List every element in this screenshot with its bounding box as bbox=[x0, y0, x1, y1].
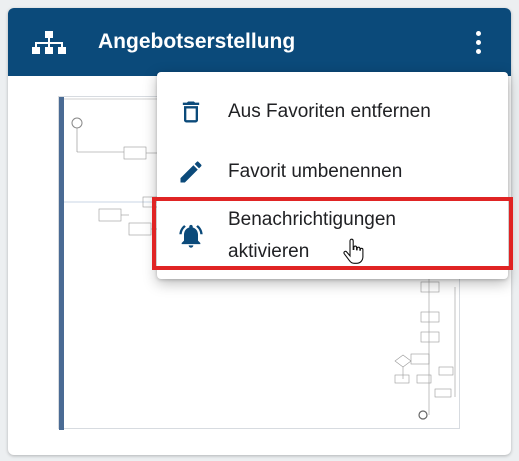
screen: Angebotserstellung Aus Favoriten entfern… bbox=[0, 0, 519, 461]
trash-icon bbox=[182, 101, 200, 123]
pencil-icon bbox=[180, 161, 202, 183]
bell-ringing-icon bbox=[179, 224, 203, 248]
menu-item-remove-favorite[interactable]: Aus Favoriten entfernen bbox=[157, 82, 508, 142]
menu-item-rename-favorite[interactable]: Favorit umbenennen bbox=[157, 142, 508, 202]
context-menu: Aus Favoriten entfernen Favorit umbenenn… bbox=[157, 72, 508, 279]
menu-item-label: Favorit umbenennen bbox=[228, 161, 403, 182]
card-title: Angebotserstellung bbox=[98, 30, 296, 53]
sitemap-icon bbox=[32, 31, 66, 54]
hand-cursor-icon bbox=[343, 238, 364, 264]
card-header: Angebotserstellung bbox=[8, 8, 511, 76]
menu-item-enable-notifications[interactable]: Benachrichtigungen aktivieren bbox=[157, 202, 508, 272]
menu-item-label: Aus Favoriten entfernen bbox=[228, 101, 431, 122]
more-vert-icon[interactable] bbox=[464, 26, 492, 58]
